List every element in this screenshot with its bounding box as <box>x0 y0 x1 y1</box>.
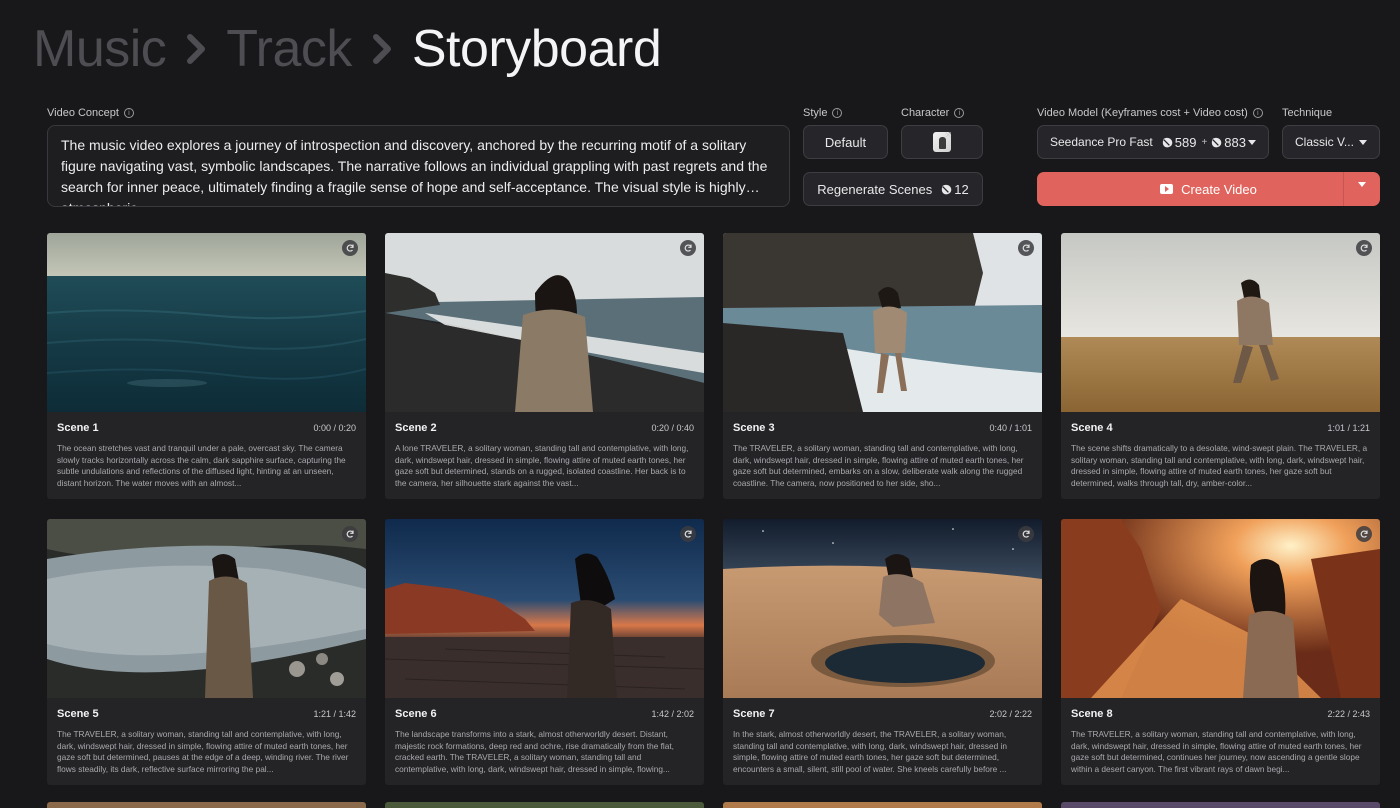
character-select-button[interactable]: ✕ <box>901 125 983 159</box>
video-concept-label: Video Concept i <box>47 107 134 119</box>
breadcrumb-track[interactable]: Track <box>226 23 352 75</box>
regenerate-label: Regenerate Scenes <box>817 181 933 197</box>
scene-card[interactable]: Scene 6 1:42 / 2:02 The landscape transf… <box>385 519 704 785</box>
scene-description: In the stark, almost otherworldly desert… <box>733 729 1007 774</box>
scene-time: 1:01 / 1:21 <box>1327 423 1370 433</box>
scene-thumbnail[interactable] <box>1061 233 1380 412</box>
style-label-text: Style <box>803 107 828 119</box>
scene-time: 1:42 / 2:02 <box>651 709 694 719</box>
style-select-button[interactable]: Default <box>803 125 888 159</box>
scene-description: The TRAVELER, a solitary woman, standing… <box>733 443 1024 488</box>
video-model-select[interactable]: Seedance Pro Fast 589 + 883 <box>1037 125 1269 159</box>
refresh-icon[interactable] <box>680 240 696 256</box>
credit-icon <box>1210 136 1223 149</box>
refresh-icon[interactable] <box>342 240 358 256</box>
refresh-icon[interactable] <box>1018 526 1034 542</box>
page-title: Storyboard <box>411 20 662 78</box>
info-icon[interactable]: i <box>1252 108 1263 118</box>
scene-thumbnail[interactable] <box>47 233 366 412</box>
scene-title: Scene 3 <box>733 422 775 434</box>
scene-card[interactable]: Scene 4 1:01 / 1:21 The scene shifts dra… <box>1061 233 1380 499</box>
technique-label: Technique <box>1282 107 1332 119</box>
info-icon[interactable]: i <box>123 108 134 118</box>
scene-description: The TRAVELER, a solitary woman, standing… <box>57 729 349 774</box>
scene-time: 2:02 / 2:22 <box>989 709 1032 719</box>
scene-description: The scene shifts dramatically to a desol… <box>1071 443 1368 488</box>
video-concept-label-text: Video Concept <box>47 107 119 119</box>
scene-thumbnail[interactable] <box>723 233 1042 412</box>
scene-thumbnail[interactable] <box>47 519 366 698</box>
breadcrumb: Music Track Storyboard <box>33 18 662 80</box>
scene-title: Scene 8 <box>1071 708 1113 720</box>
scene-time: 1:21 / 1:42 <box>313 709 356 719</box>
scene-title: Scene 1 <box>57 422 99 434</box>
scene-title: Scene 2 <box>395 422 437 434</box>
regenerate-cost: 12 <box>954 181 969 197</box>
scene-card[interactable]: Scene 7 2:02 / 2:22 In the stark, almost… <box>723 519 1042 785</box>
chevron-right-icon <box>182 31 210 67</box>
scene-title: Scene 7 <box>733 708 775 720</box>
chevron-down-icon <box>1358 182 1366 202</box>
scene-thumbnail[interactable] <box>385 233 704 412</box>
refresh-icon[interactable] <box>1356 526 1372 542</box>
regenerate-scenes-button[interactable]: Regenerate Scenes 12 <box>803 172 983 206</box>
breadcrumb-music[interactable]: Music <box>33 23 167 75</box>
credit-icon <box>1161 136 1174 149</box>
refresh-icon[interactable] <box>1018 240 1034 256</box>
technique-label-text: Technique <box>1282 107 1333 119</box>
video-concept-input[interactable]: The music video explores a journey of in… <box>47 125 790 207</box>
refresh-icon[interactable] <box>1356 240 1372 256</box>
scene-card[interactable]: Scene 5 1:21 / 1:42 The TRAVELER, a soli… <box>47 519 366 785</box>
close-icon[interactable]: ✕ <box>944 130 952 141</box>
create-options-toggle[interactable] <box>1358 182 1366 202</box>
scene-card[interactable]: Scene 3 0:40 / 1:01 The TRAVELER, a soli… <box>723 233 1042 499</box>
chevron-down-icon <box>1359 139 1367 145</box>
scene-title: Scene 5 <box>57 708 99 720</box>
scene-description: The TRAVELER, a solitary woman, standing… <box>1071 729 1362 774</box>
scene-time: 0:40 / 1:01 <box>989 423 1032 433</box>
chevron-right-icon <box>368 31 396 67</box>
scene-card[interactable]: Scene 8 2:22 / 2:43 The TRAVELER, a soli… <box>1061 519 1380 785</box>
video-model-label-text: Video Model (Keyframes cost + Video cost… <box>1037 107 1248 119</box>
scene-time: 2:22 / 2:43 <box>1327 709 1370 719</box>
scene-title: Scene 6 <box>395 708 437 720</box>
refresh-icon[interactable] <box>342 526 358 542</box>
style-label: Style i <box>803 107 843 119</box>
keyframe-cost: 589 <box>1174 134 1197 150</box>
character-label: Character i <box>901 107 965 119</box>
video-icon <box>1160 184 1174 194</box>
scene-card-peek <box>1061 802 1380 808</box>
scene-thumbnail[interactable] <box>723 519 1042 698</box>
character-label-text: Character <box>901 107 950 119</box>
technique-value: Classic V... <box>1295 135 1354 149</box>
chevron-down-icon <box>1248 139 1256 145</box>
scene-thumbnail[interactable] <box>1061 519 1380 698</box>
style-value: Default <box>824 134 867 150</box>
credit-icon <box>940 183 953 196</box>
scene-card-peek <box>723 802 1042 808</box>
scene-description: The landscape transforms into a stark, a… <box>395 729 674 774</box>
video-model-value: Seedance Pro Fast 589 + 883 <box>1050 135 1246 150</box>
info-icon[interactable]: i <box>954 108 965 118</box>
plus-sign: + <box>1201 136 1208 148</box>
scene-title: Scene 4 <box>1071 422 1113 434</box>
video-model-label: Video Model (Keyframes cost + Video cost… <box>1037 107 1263 119</box>
video-cost: 883 <box>1224 134 1246 150</box>
scene-thumbnail[interactable] <box>385 519 704 698</box>
refresh-icon[interactable] <box>680 526 696 542</box>
scene-card[interactable]: Scene 1 0:00 / 0:20 The ocean stretches … <box>47 233 366 499</box>
scene-time: 0:00 / 0:20 <box>313 423 356 433</box>
scene-time: 0:20 / 0:40 <box>651 423 694 433</box>
video-model-name: Seedance Pro Fast <box>1050 135 1153 149</box>
create-video-label: Create Video <box>1181 181 1257 197</box>
scene-description: A lone TRAVELER, a solitary woman, stand… <box>395 443 689 488</box>
scene-card-peek <box>385 802 704 808</box>
create-divider <box>1343 172 1344 206</box>
scene-card-peek <box>47 802 366 808</box>
create-video-button[interactable]: Create Video <box>1037 172 1380 206</box>
info-icon[interactable]: i <box>832 108 843 118</box>
technique-select[interactable]: Classic V... <box>1282 125 1380 159</box>
scene-description: The ocean stretches vast and tranquil un… <box>57 443 346 488</box>
scene-card[interactable]: Scene 2 0:20 / 0:40 A lone TRAVELER, a s… <box>385 233 704 499</box>
